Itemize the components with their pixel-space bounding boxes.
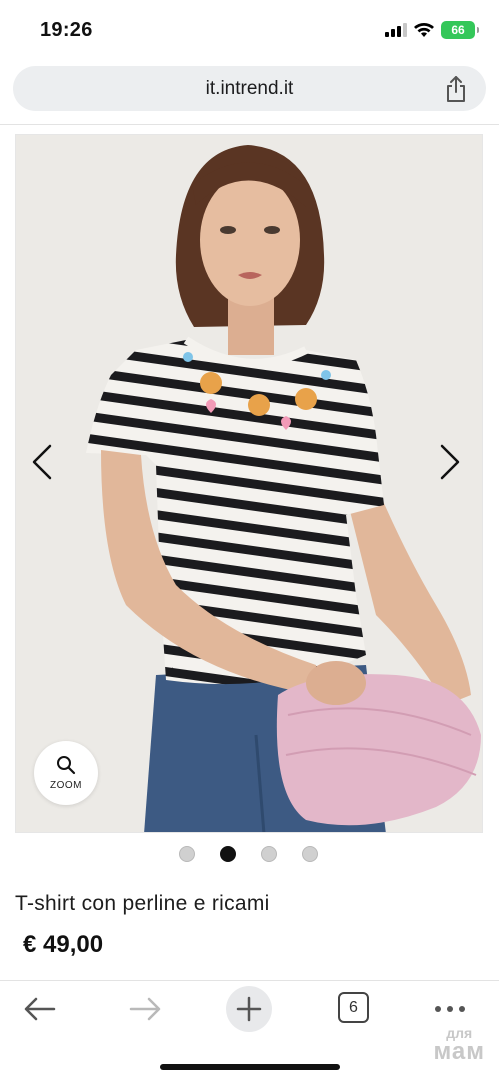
battery-level: 66 [451,23,465,37]
status-bar: 19:26 66 [0,0,499,60]
carousel-dot-active[interactable] [220,846,236,862]
wifi-icon [414,23,434,37]
magnifier-icon [57,756,76,775]
url-text[interactable]: it.intrend.it [13,78,486,100]
product-image[interactable] [15,134,483,833]
product-price: € 49,00 [23,931,104,958]
carousel-pagination [179,846,318,862]
watermark-bottom: мам [433,1038,485,1065]
share-icon[interactable] [444,75,468,103]
product-title: T-shirt con perline e ricami [15,892,270,915]
zoom-button[interactable]: ZOOM [34,741,98,805]
arrow-right-icon[interactable] [127,994,163,1024]
new-tab-button[interactable] [226,986,272,1032]
home-indicator[interactable] [160,1064,340,1070]
cellular-signal-icon [385,23,407,37]
plus-icon [236,996,262,1022]
chevron-right-icon[interactable] [430,440,470,484]
battery-charging-icon: 66 [441,21,479,39]
watermark: для мам [433,1026,485,1064]
arrow-left-icon[interactable] [22,994,58,1024]
status-icons: 66 [385,21,479,39]
ellipsis-icon[interactable] [430,994,470,1024]
carousel-dot[interactable] [302,846,318,862]
status-time: 19:26 [40,19,93,41]
divider [0,124,499,125]
address-bar[interactable]: it.intrend.it [13,66,486,111]
carousel-dot[interactable] [179,846,195,862]
tabs-button[interactable]: 6 [338,992,369,1023]
product-photo [16,135,482,832]
chevron-left-icon[interactable] [22,440,62,484]
zoom-label: ZOOM [50,780,82,791]
divider [0,980,499,981]
browser-toolbar: 6 [0,982,499,1042]
carousel-dot[interactable] [261,846,277,862]
